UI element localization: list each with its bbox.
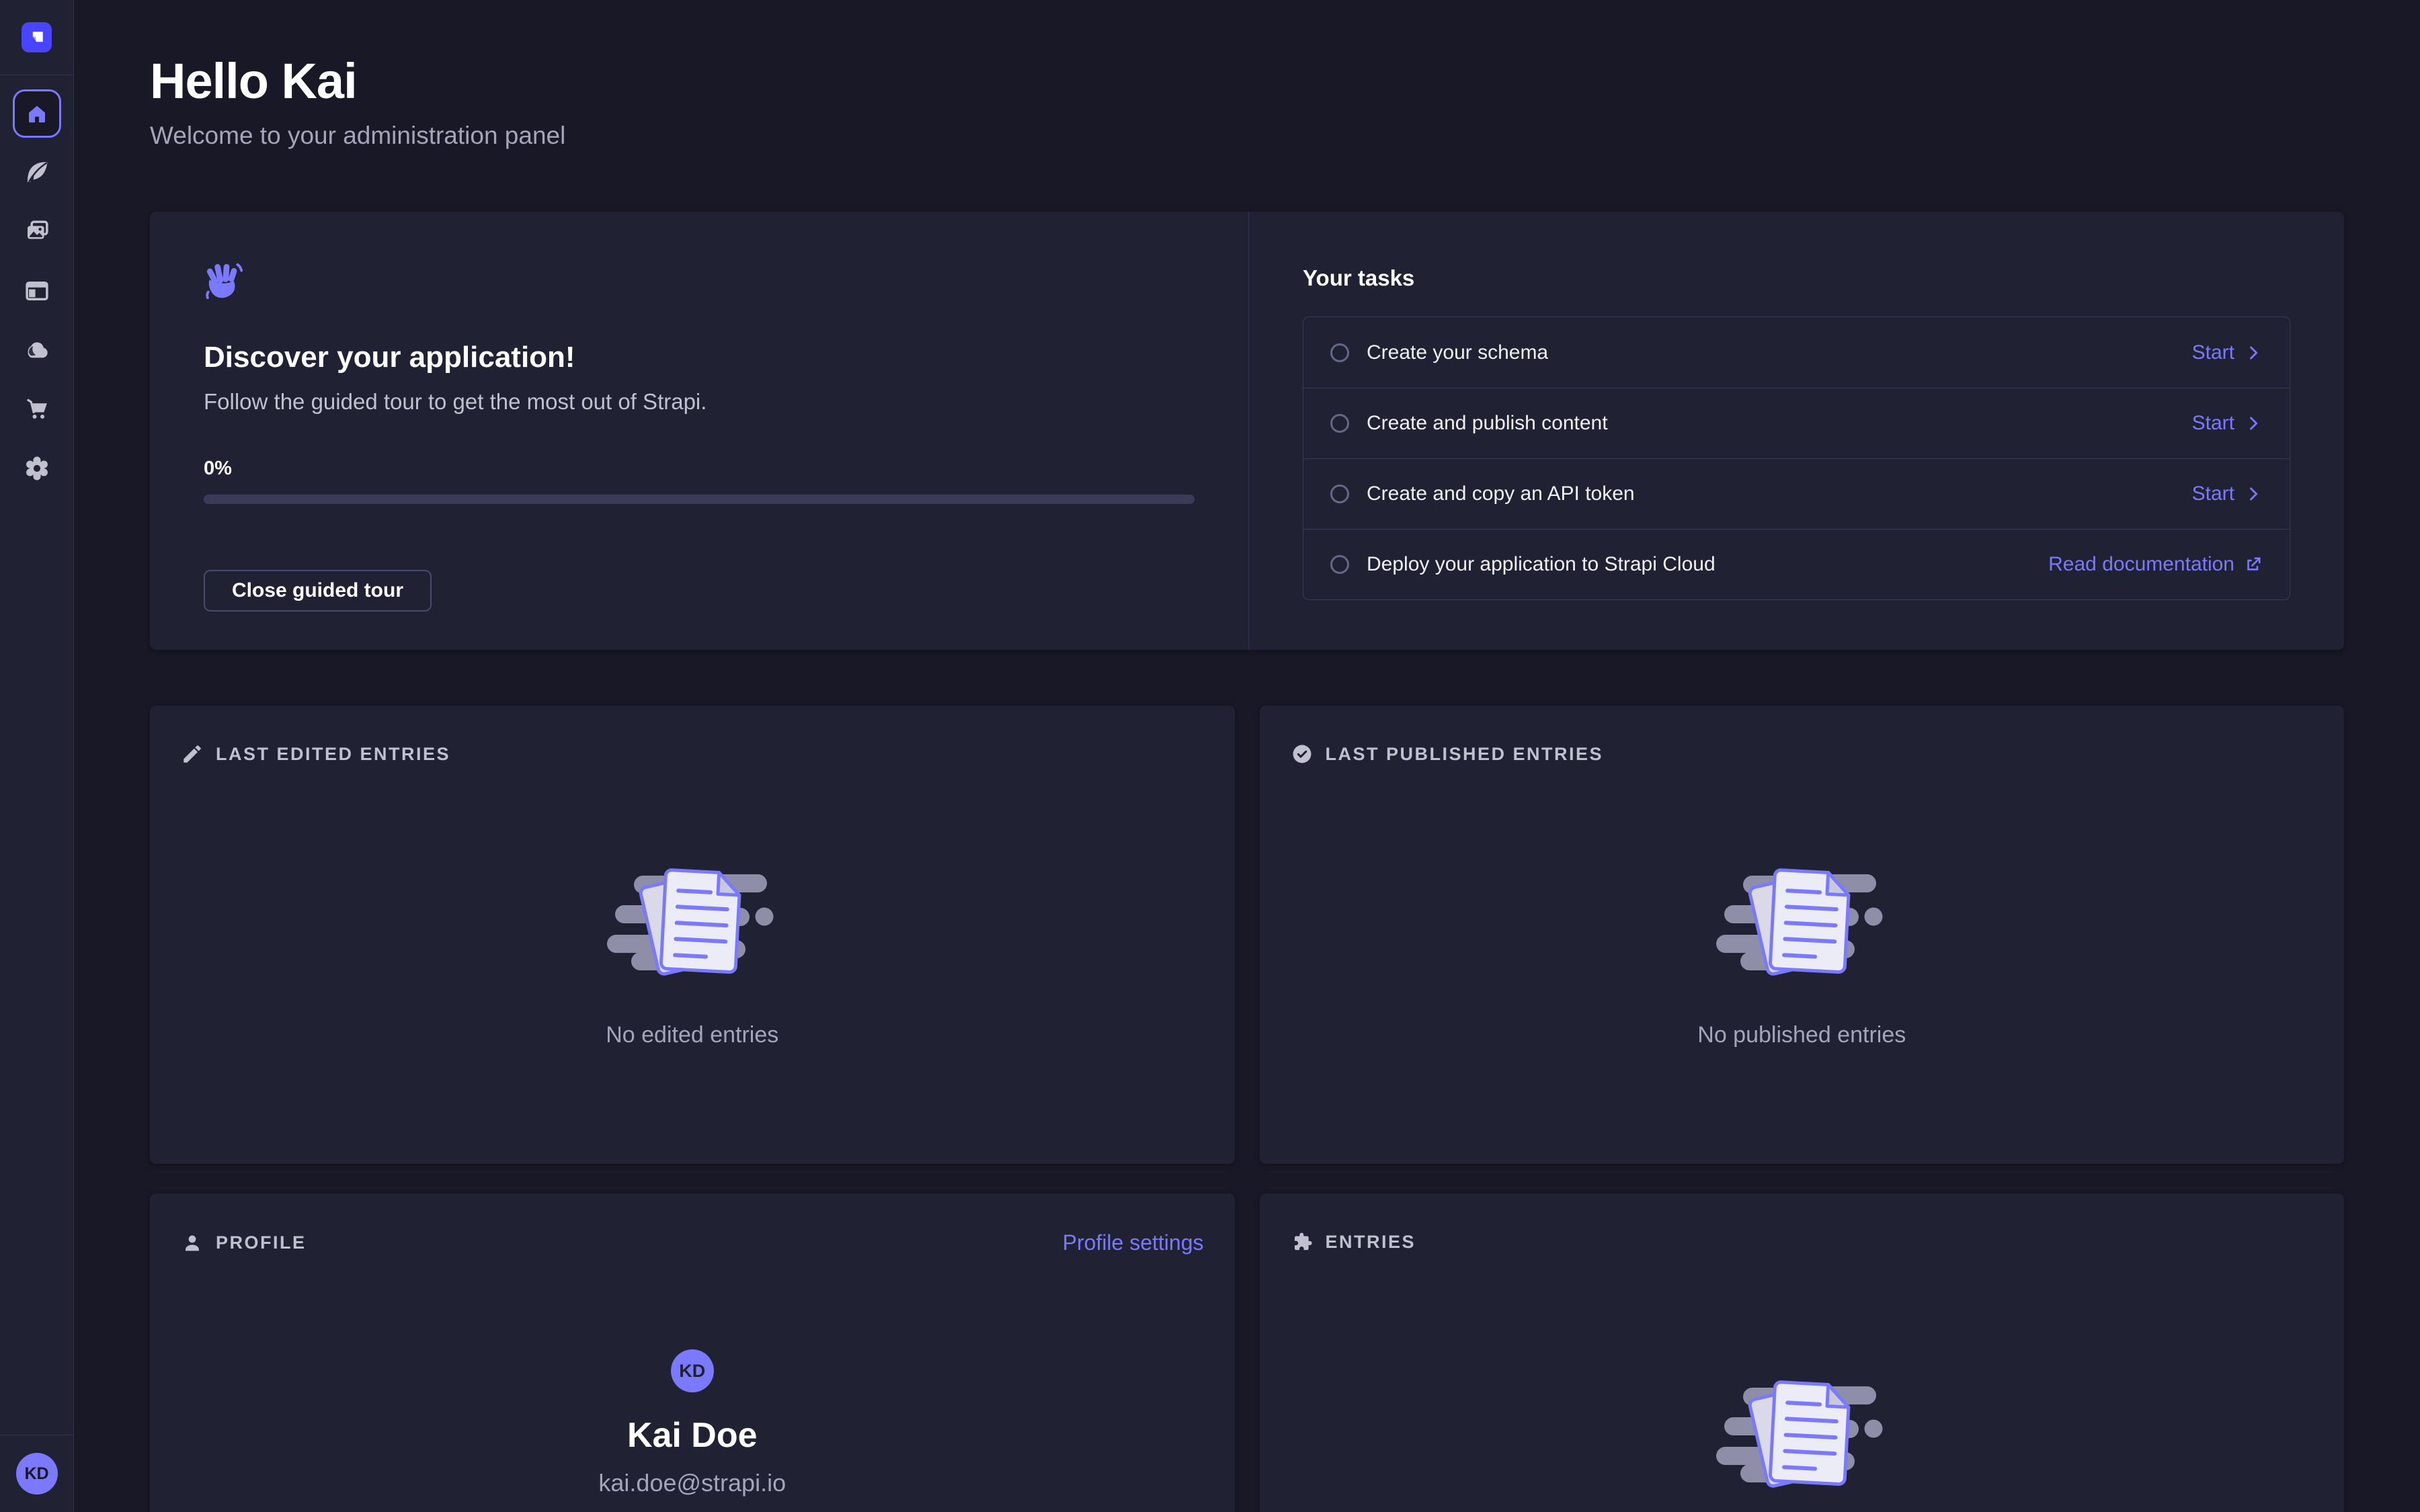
waving-hand-icon	[204, 259, 245, 303]
marketplace-cart-icon	[23, 395, 51, 423]
empty-state: No edited entries	[150, 851, 1235, 1048]
task-action-label: Start	[2192, 482, 2234, 505]
page-header: Hello Kai Welcome to your administration…	[150, 52, 2344, 150]
profile-card: PROFILE Profile settings KD Kai Doe kai.…	[150, 1193, 1235, 1512]
close-guided-tour-button[interactable]: Close guided tour	[204, 570, 432, 612]
profile-body: KD Kai Doe kai.doe@strapi.io	[150, 1255, 1235, 1512]
empty-documents-illustration	[602, 851, 783, 986]
sidebar-item-content-manager[interactable]	[22, 158, 52, 187]
task-start-link[interactable]: Start	[2192, 341, 2263, 364]
task-start-link[interactable]: Start	[2192, 412, 2263, 435]
sidebar-bottom: KD	[0, 1435, 74, 1512]
chevron-right-icon	[2244, 485, 2263, 503]
chevron-right-icon	[2244, 343, 2263, 362]
sidebar-item-marketplace[interactable]	[22, 394, 52, 424]
task-row: Create and publish content Start	[1303, 388, 2290, 458]
profile-avatar: KD	[671, 1349, 714, 1392]
task-label: Create your schema	[1367, 341, 1548, 364]
card-header: ENTRIES	[1260, 1193, 2345, 1253]
task-action-label: Read documentation	[2048, 553, 2234, 576]
content-type-builder-icon	[23, 277, 51, 305]
task-list: Create your schema Start Create and publ…	[1303, 317, 2290, 600]
sidebar-item-content-type-builder[interactable]	[22, 276, 52, 306]
external-link-icon	[2244, 555, 2263, 574]
task-label: Deploy your application to Strapi Cloud	[1367, 553, 1716, 576]
sidebar-item-media-library[interactable]	[22, 217, 52, 247]
task-row: Create and copy an API token Start	[1303, 458, 2290, 529]
task-start-link[interactable]: Start	[2192, 482, 2263, 505]
card-header: LAST PUBLISHED ENTRIES	[1260, 706, 2345, 765]
task-action-label: Start	[2192, 341, 2234, 364]
profile-entries-row: PROFILE Profile settings KD Kai Doe kai.…	[150, 1193, 2344, 1512]
progress-bar	[204, 495, 1195, 504]
check-circle-icon	[1291, 743, 1314, 765]
card-title: PROFILE	[216, 1232, 307, 1253]
progress-label: 0%	[204, 458, 1195, 480]
sidebar: KD	[0, 0, 74, 1512]
card-title: LAST PUBLISHED ENTRIES	[1326, 744, 1604, 765]
task-label: Create and publish content	[1367, 412, 1608, 435]
guided-tour-description: Follow the guided tour to get the most o…	[204, 389, 1195, 415]
tasks-title: Your tasks	[1303, 265, 2290, 291]
profile-name: Kai Doe	[627, 1415, 758, 1456]
sidebar-item-home[interactable]	[13, 89, 61, 138]
sidebar-nav	[22, 158, 52, 513]
strapi-logo-icon	[27, 28, 47, 48]
guided-tour-title: Discover your application!	[204, 341, 1195, 374]
profile-email: kai.doe@strapi.io	[598, 1469, 786, 1497]
media-library-icon	[23, 218, 51, 246]
chevron-right-icon	[2244, 414, 2263, 433]
empty-state: No published entries	[1260, 1363, 2345, 1512]
task-status-circle	[1330, 555, 1349, 574]
task-read-documentation-link[interactable]: Read documentation	[2048, 553, 2263, 576]
home-icon	[25, 101, 49, 126]
page-subtitle: Welcome to your administration panel	[150, 122, 2344, 150]
task-label: Create and copy an API token	[1367, 482, 1635, 505]
card-header: PROFILE Profile settings	[150, 1193, 1235, 1255]
puzzle-icon	[1291, 1230, 1314, 1253]
task-status-circle	[1330, 485, 1349, 503]
main-content: Hello Kai Welcome to your administration…	[74, 0, 2420, 1512]
entries-card: ENTRIES	[1260, 1193, 2345, 1512]
sidebar-item-cloud[interactable]	[22, 335, 52, 365]
guided-tour-card: Discover your application! Follow the gu…	[150, 212, 2344, 650]
task-row: Create your schema Start	[1303, 317, 2290, 388]
empty-state-text: No published entries	[1697, 1022, 1906, 1048]
cloud-icon	[23, 336, 51, 364]
strapi-logo[interactable]	[22, 22, 52, 52]
empty-documents-illustration	[1711, 1363, 1892, 1498]
user-avatar[interactable]: KD	[16, 1453, 58, 1495]
empty-state: No published entries	[1260, 851, 2345, 1048]
task-status-circle	[1330, 414, 1349, 433]
task-row: Deploy your application to Strapi Cloud …	[1303, 529, 2290, 599]
last-published-entries-card: LAST PUBLISHED ENTRIES	[1260, 706, 2345, 1164]
task-action-label: Start	[2192, 412, 2234, 435]
profile-settings-link[interactable]: Profile settings	[1063, 1230, 1204, 1255]
your-tasks-panel: Your tasks Create your schema Start Crea…	[1248, 212, 2344, 650]
task-status-circle	[1330, 343, 1349, 362]
pencil-icon	[181, 743, 204, 765]
card-header: LAST EDITED ENTRIES	[150, 706, 1235, 765]
entries-cards-row: LAST EDITED ENTRIES	[150, 706, 2344, 1164]
page-title: Hello Kai	[150, 52, 2344, 110]
sidebar-item-settings[interactable]	[22, 454, 52, 483]
last-edited-entries-card: LAST EDITED ENTRIES	[150, 706, 1235, 1164]
card-title: LAST EDITED ENTRIES	[216, 744, 450, 765]
card-title: ENTRIES	[1326, 1232, 1416, 1253]
feather-icon	[23, 159, 51, 187]
empty-state-text: No edited entries	[606, 1022, 778, 1048]
empty-documents-illustration	[1711, 851, 1892, 986]
person-icon	[181, 1232, 204, 1255]
guided-tour-left: Discover your application! Follow the gu…	[150, 212, 1248, 650]
settings-gear-icon	[23, 454, 51, 482]
